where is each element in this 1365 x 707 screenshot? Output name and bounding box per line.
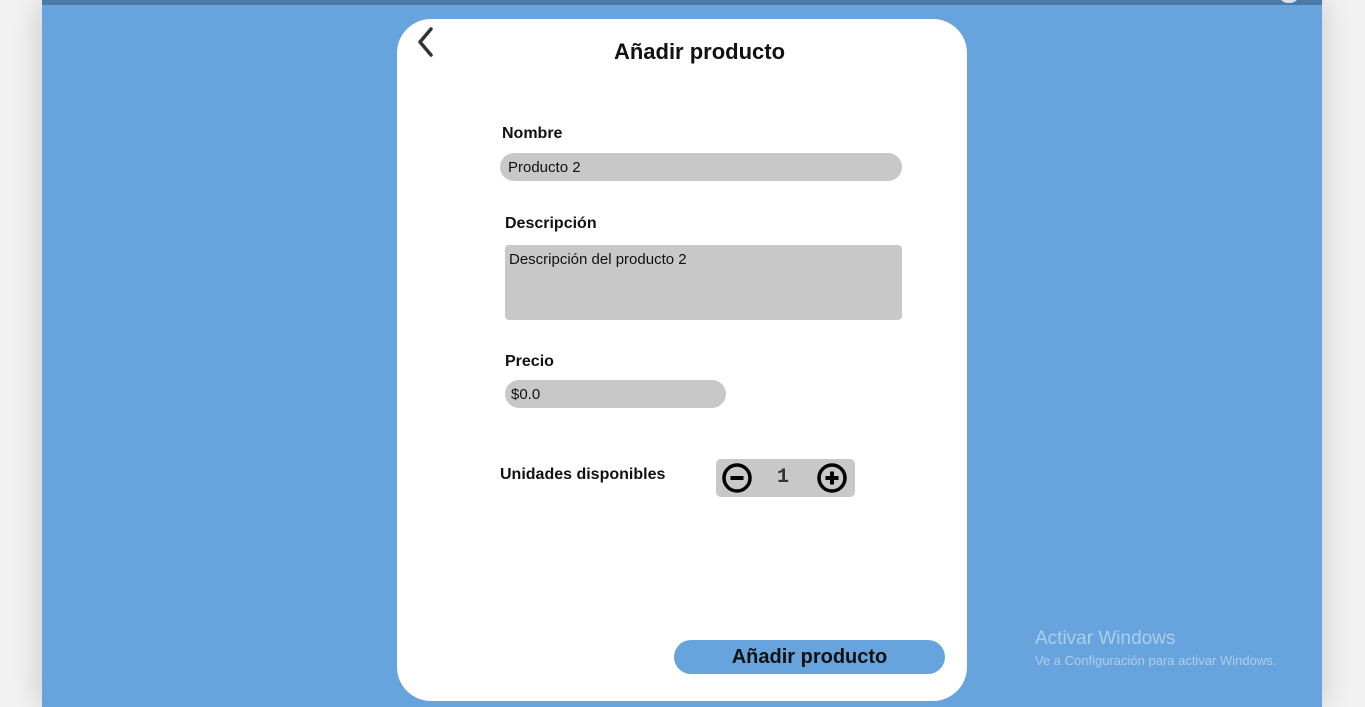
windows-activation-watermark: Activar Windows Ve a Configuración para … [1035,628,1276,668]
avatar[interactable] [1280,0,1298,3]
name-label: Nombre [502,125,563,142]
units-label: Unidades disponibles [500,466,666,483]
decrement-button[interactable] [721,462,753,494]
price-label: Precio [505,353,554,370]
watermark-title: Activar Windows [1035,628,1176,649]
quantity-value: 1 [776,466,789,489]
watermark-subtitle: Ve a Configuración para activar Windows. [1035,653,1277,668]
minus-circle-icon [722,463,752,493]
page-title: Añadir producto [613,39,786,64]
description-textarea[interactable]: Descripción del producto 2 [505,245,902,320]
quantity-stepper: 1 [716,459,855,497]
price-input[interactable] [505,380,726,408]
plus-circle-icon [817,463,847,493]
top-bar [42,0,1322,5]
name-input[interactable] [500,153,902,181]
description-label: Descripción [505,215,597,232]
add-product-button[interactable]: Añadir producto [674,640,945,674]
app-window: Añadir producto Nombre Descripción Descr… [42,0,1322,707]
increment-button[interactable] [816,462,848,494]
add-product-card: Añadir producto Nombre Descripción Descr… [397,19,967,701]
